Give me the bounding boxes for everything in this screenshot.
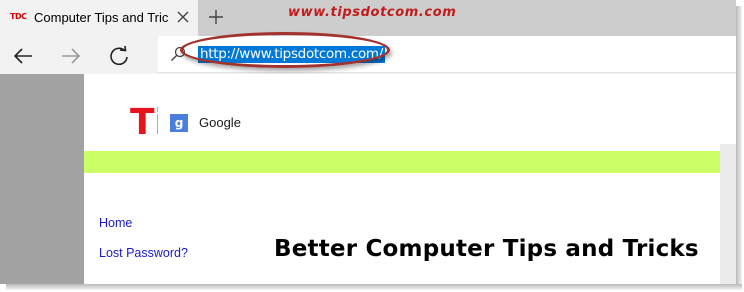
back-button[interactable] — [12, 45, 34, 67]
page-heading: Better Computer Tips and Tricks — [274, 236, 699, 262]
refresh-button[interactable] — [108, 45, 130, 67]
header-band — [84, 151, 720, 173]
new-tab-plus-icon[interactable] — [208, 9, 224, 25]
tab-title: Computer Tips and Tricks — [34, 10, 168, 25]
screenshot-shadow-bottom — [6, 284, 742, 290]
screenshot-shadow-right — [736, 6, 742, 288]
close-icon[interactable] — [176, 10, 190, 24]
forward-button[interactable] — [60, 45, 82, 67]
address-suggestions-dropdown: g Google — [158, 74, 736, 144]
lost-password-link[interactable]: Lost Password? — [99, 246, 188, 260]
address-bar[interactable]: http://www.tipsdotcom.com/ — [158, 32, 736, 73]
google-icon: g — [170, 114, 188, 132]
site-favicon-icon: TDC — [10, 12, 27, 21]
site-url-annotation: www.tipsdotcom.com — [288, 5, 457, 20]
page-left-margin — [0, 74, 84, 284]
annotation-ellipse — [180, 32, 390, 68]
suggestion-label: Google — [199, 115, 241, 130]
tab-strip: TDC Computer Tips and Tricks www.tipsdot… — [0, 0, 736, 36]
browser-window: TDC Computer Tips and Tricks www.tipsdot… — [0, 0, 736, 284]
navigation-toolbar: http://www.tipsdotcom.com/ — [0, 32, 736, 74]
browser-tab[interactable]: TDC Computer Tips and Tricks — [0, 0, 198, 36]
home-link[interactable]: Home — [99, 216, 132, 230]
